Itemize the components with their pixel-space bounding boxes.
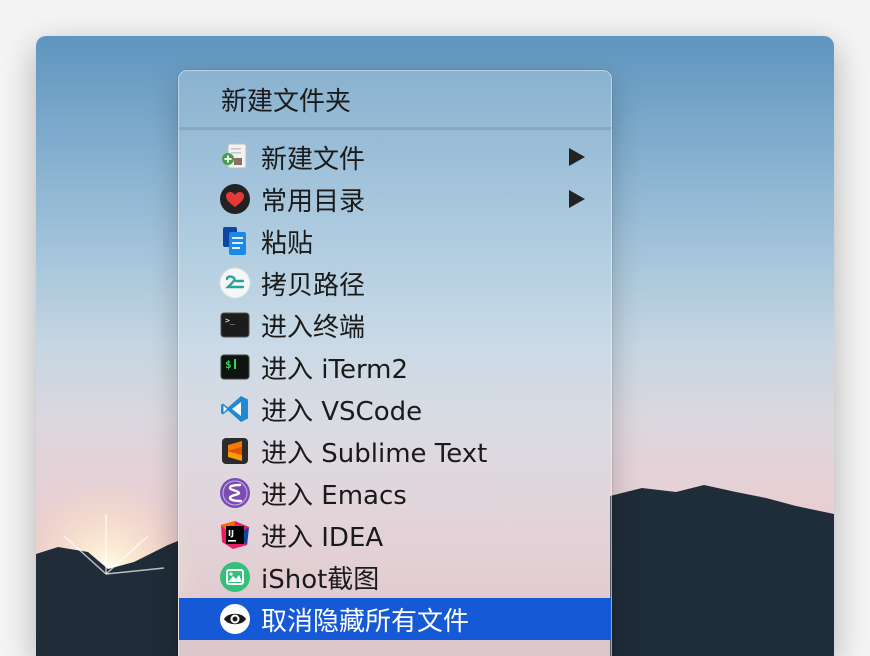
eye-icon [219, 603, 251, 635]
context-menu: 新建文件夹 新建文件 常用目录 粘贴 拷贝路径 >_ 进入终端 $ 进入 iTe… [178, 70, 612, 656]
menu-item-open-vscode[interactable]: 进入 VSCode [179, 388, 611, 430]
menu-item-open-sublime[interactable]: 进入 Sublime Text [179, 430, 611, 472]
open-emacs-label: 进入 Emacs [261, 480, 407, 511]
menu-item-copy-path[interactable]: 拷贝路径 [179, 262, 611, 304]
open-iterm2-label: 进入 iTerm2 [261, 354, 409, 385]
menu-item-unhide-all-files[interactable]: 取消隐藏所有文件 [179, 598, 611, 640]
unhide-all-files-label: 取消隐藏所有文件 [261, 606, 470, 637]
heart-icon [219, 183, 251, 215]
copy-path-icon [219, 267, 251, 299]
emacs-icon [219, 477, 251, 509]
menu-item-favorite-dirs[interactable]: 常用目录 [179, 178, 611, 220]
menu-separator [179, 127, 611, 130]
iterm2-glyph: $ [225, 358, 232, 371]
menu-item-ishot-screenshot[interactable]: iShot截图 [179, 556, 611, 598]
new-file-label: 新建文件 [261, 144, 366, 175]
menu-item-open-idea[interactable]: IJ 进入 IDEA [179, 514, 611, 556]
menu-item-paste[interactable]: 粘贴 [179, 220, 611, 262]
sublime-text-icon [219, 435, 251, 467]
ishot-icon [219, 561, 251, 593]
copy-path-label: 拷贝路径 [261, 270, 366, 301]
iterm2-icon: $ [219, 351, 251, 383]
paste-icon [219, 225, 251, 257]
new-file-icon [219, 141, 251, 173]
open-sublime-label: 进入 Sublime Text [261, 438, 488, 469]
idea-glyph: IJ [228, 529, 234, 538]
ishot-label: iShot截图 [261, 564, 380, 595]
intellij-idea-icon: IJ [219, 519, 251, 551]
submenu-arrow-icon [567, 146, 587, 168]
menu-item-open-iterm2[interactable]: $ 进入 iTerm2 [179, 346, 611, 388]
submenu-arrow-icon [567, 188, 587, 210]
menu-item-new-folder[interactable]: 新建文件夹 [179, 71, 611, 127]
desktop-window: 新建文件夹 新建文件 常用目录 粘贴 拷贝路径 >_ 进入终端 $ 进入 iTe… [36, 36, 834, 656]
terminal-glyph: >_ [225, 316, 235, 325]
open-terminal-label: 进入终端 [261, 312, 366, 343]
menu-item-new-file[interactable]: 新建文件 [179, 136, 611, 178]
open-idea-label: 进入 IDEA [261, 522, 384, 553]
menu-item-open-emacs[interactable]: 进入 Emacs [179, 472, 611, 514]
menu-item-open-terminal[interactable]: >_ 进入终端 [179, 304, 611, 346]
vscode-icon [219, 393, 251, 425]
favorite-dirs-label: 常用目录 [261, 186, 366, 217]
terminal-icon: >_ [219, 309, 251, 341]
open-vscode-label: 进入 VSCode [261, 396, 423, 427]
new-folder-label: 新建文件夹 [221, 86, 352, 117]
paste-label: 粘贴 [261, 228, 314, 259]
